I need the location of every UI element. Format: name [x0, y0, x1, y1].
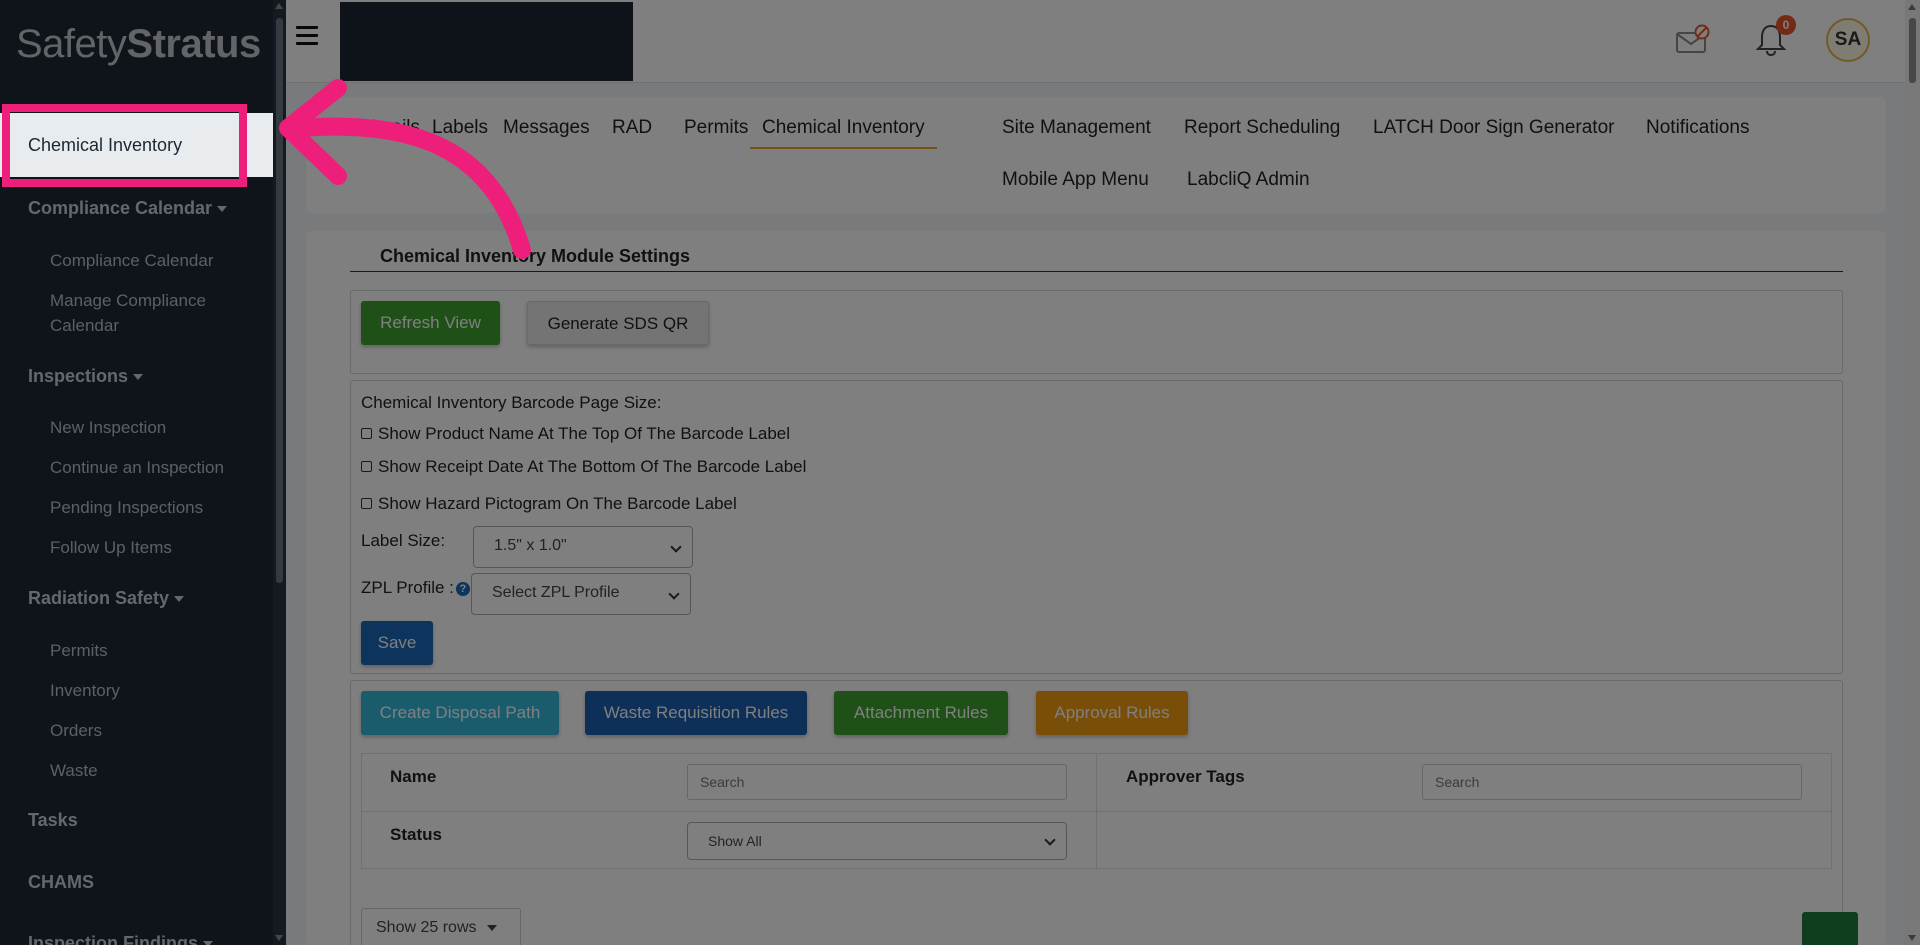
- pointer-arrow-icon: [279, 79, 531, 259]
